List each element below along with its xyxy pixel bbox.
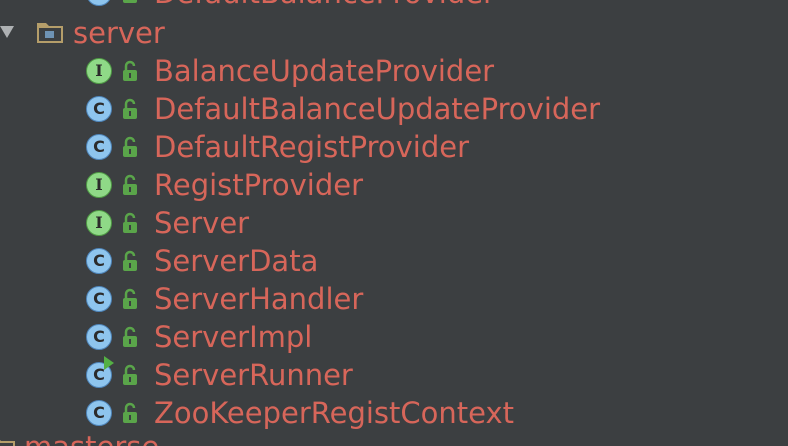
tree-package-partial-bottom[interactable]: masterse bbox=[0, 428, 788, 446]
tree-item-label: DefaultBalanceProvider bbox=[154, 0, 495, 12]
class-icon: C bbox=[86, 248, 112, 274]
public-lock-icon bbox=[121, 98, 139, 120]
class-icon: C bbox=[86, 286, 112, 312]
package-folder-icon bbox=[0, 434, 16, 446]
tree-item-balanceupdateprovider[interactable]: I BalanceUpdateProvider bbox=[0, 52, 788, 90]
expand-arrow-icon[interactable] bbox=[0, 26, 14, 38]
tree-item-serverrunner[interactable]: C ServerRunner bbox=[0, 356, 788, 394]
tree-item-registprovider[interactable]: I RegistProvider bbox=[0, 166, 788, 204]
tree-item-label: ServerImpl bbox=[154, 320, 313, 354]
interface-icon: I bbox=[86, 172, 112, 198]
tree-item-defaultregistprovider[interactable]: C DefaultRegistProvider bbox=[0, 128, 788, 166]
tree-item-label: Server bbox=[154, 206, 250, 240]
public-lock-icon bbox=[121, 174, 139, 196]
public-lock-icon bbox=[121, 250, 139, 272]
public-lock-icon bbox=[121, 136, 139, 158]
tree-item-label: ZooKeeperRegistContext bbox=[154, 396, 515, 430]
interface-icon: I bbox=[86, 58, 112, 84]
tree-item-server[interactable]: I Server bbox=[0, 204, 788, 242]
package-folder-icon bbox=[36, 19, 64, 45]
tree-item-label: ServerData bbox=[154, 244, 319, 278]
public-lock-icon bbox=[121, 60, 139, 82]
tree-item-label: DefaultBalanceUpdateProvider bbox=[154, 92, 601, 126]
class-icon: C bbox=[86, 324, 112, 350]
public-lock-icon bbox=[121, 364, 139, 386]
public-lock-icon bbox=[121, 212, 139, 234]
class-icon: C bbox=[86, 400, 112, 426]
public-lock-icon bbox=[121, 402, 139, 424]
class-icon: C bbox=[86, 96, 112, 122]
package-label: server bbox=[73, 16, 165, 50]
tree-item-label: ServerRunner bbox=[154, 358, 353, 392]
run-marker-icon bbox=[104, 356, 114, 370]
tree-item-label: RegistProvider bbox=[154, 168, 364, 202]
public-lock-icon bbox=[121, 0, 139, 4]
public-lock-icon bbox=[121, 288, 139, 310]
tree-item-label: DefaultRegistProvider bbox=[154, 130, 469, 164]
package-label: masterse bbox=[24, 428, 159, 446]
public-lock-icon bbox=[121, 326, 139, 348]
tree-item-serverhandler[interactable]: C ServerHandler bbox=[0, 280, 788, 318]
tree-item-zookeeperregistcontext[interactable]: C ZooKeeperRegistContext bbox=[0, 394, 788, 432]
tree-package-server[interactable]: server bbox=[0, 14, 788, 52]
class-icon: C bbox=[86, 0, 112, 6]
tree-row-partial-top[interactable]: C DefaultBalanceProvider bbox=[0, 0, 788, 12]
tree-item-serverimpl[interactable]: C ServerImpl bbox=[0, 318, 788, 356]
class-icon: C bbox=[86, 134, 112, 160]
tree-item-label: ServerHandler bbox=[154, 282, 364, 316]
project-tree: C DefaultBalanceProvider server I Balanc… bbox=[0, 0, 788, 446]
tree-item-defaultbalanceupdateprovider[interactable]: C DefaultBalanceUpdateProvider bbox=[0, 90, 788, 128]
interface-icon: I bbox=[86, 210, 112, 236]
tree-item-label: BalanceUpdateProvider bbox=[154, 54, 495, 88]
tree-item-serverdata[interactable]: C ServerData bbox=[0, 242, 788, 280]
